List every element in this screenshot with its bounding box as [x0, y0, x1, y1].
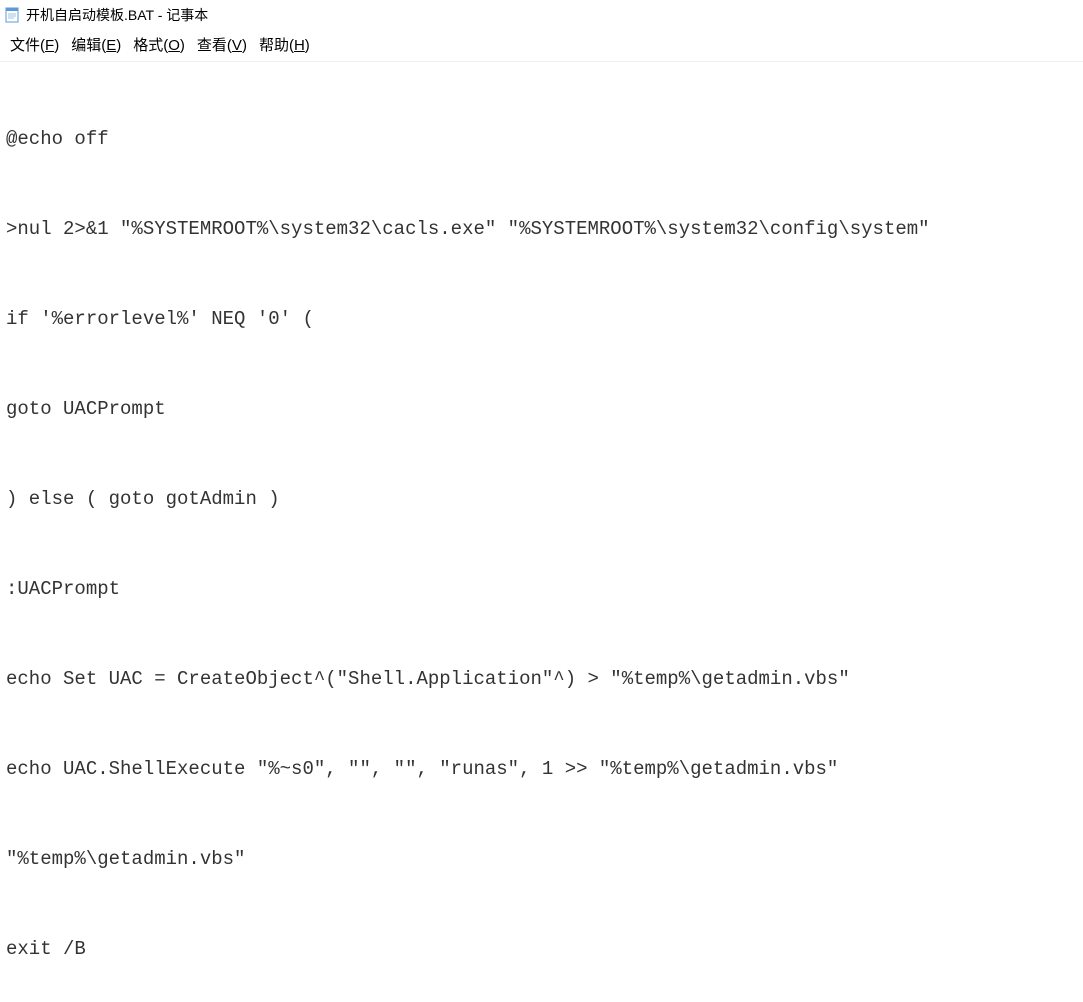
menu-edit[interactable]: 编辑(E)	[69, 34, 123, 55]
code-line: ) else ( goto gotAdmin )	[6, 484, 1077, 514]
menu-bar: 文件(F) 编辑(E) 格式(O) 查看(V) 帮助(H)	[0, 30, 1083, 61]
notepad-icon	[4, 7, 20, 23]
title-bar: 开机自启动模板.BAT - 记事本	[0, 0, 1083, 30]
code-line: >nul 2>&1 "%SYSTEMROOT%\system32\cacls.e…	[6, 214, 1077, 244]
menu-format[interactable]: 格式(O)	[131, 34, 187, 55]
code-line: exit /B	[6, 934, 1077, 964]
menu-view[interactable]: 查看(V)	[195, 34, 249, 55]
menu-file[interactable]: 文件(F)	[8, 34, 61, 55]
code-line: :UACPrompt	[6, 574, 1077, 604]
code-line: goto UACPrompt	[6, 394, 1077, 424]
code-line: if '%errorlevel%' NEQ '0' (	[6, 304, 1077, 334]
window-title: 开机自启动模板.BAT - 记事本	[26, 5, 208, 25]
code-line: echo UAC.ShellExecute "%~s0", "", "", "r…	[6, 754, 1077, 784]
code-line: echo Set UAC = CreateObject^("Shell.Appl…	[6, 664, 1077, 694]
code-line: "%temp%\getadmin.vbs"	[6, 844, 1077, 874]
text-editor-area[interactable]: @echo off >nul 2>&1 "%SYSTEMROOT%\system…	[0, 61, 1083, 1002]
code-line: @echo off	[6, 124, 1077, 154]
menu-help[interactable]: 帮助(H)	[257, 34, 312, 55]
